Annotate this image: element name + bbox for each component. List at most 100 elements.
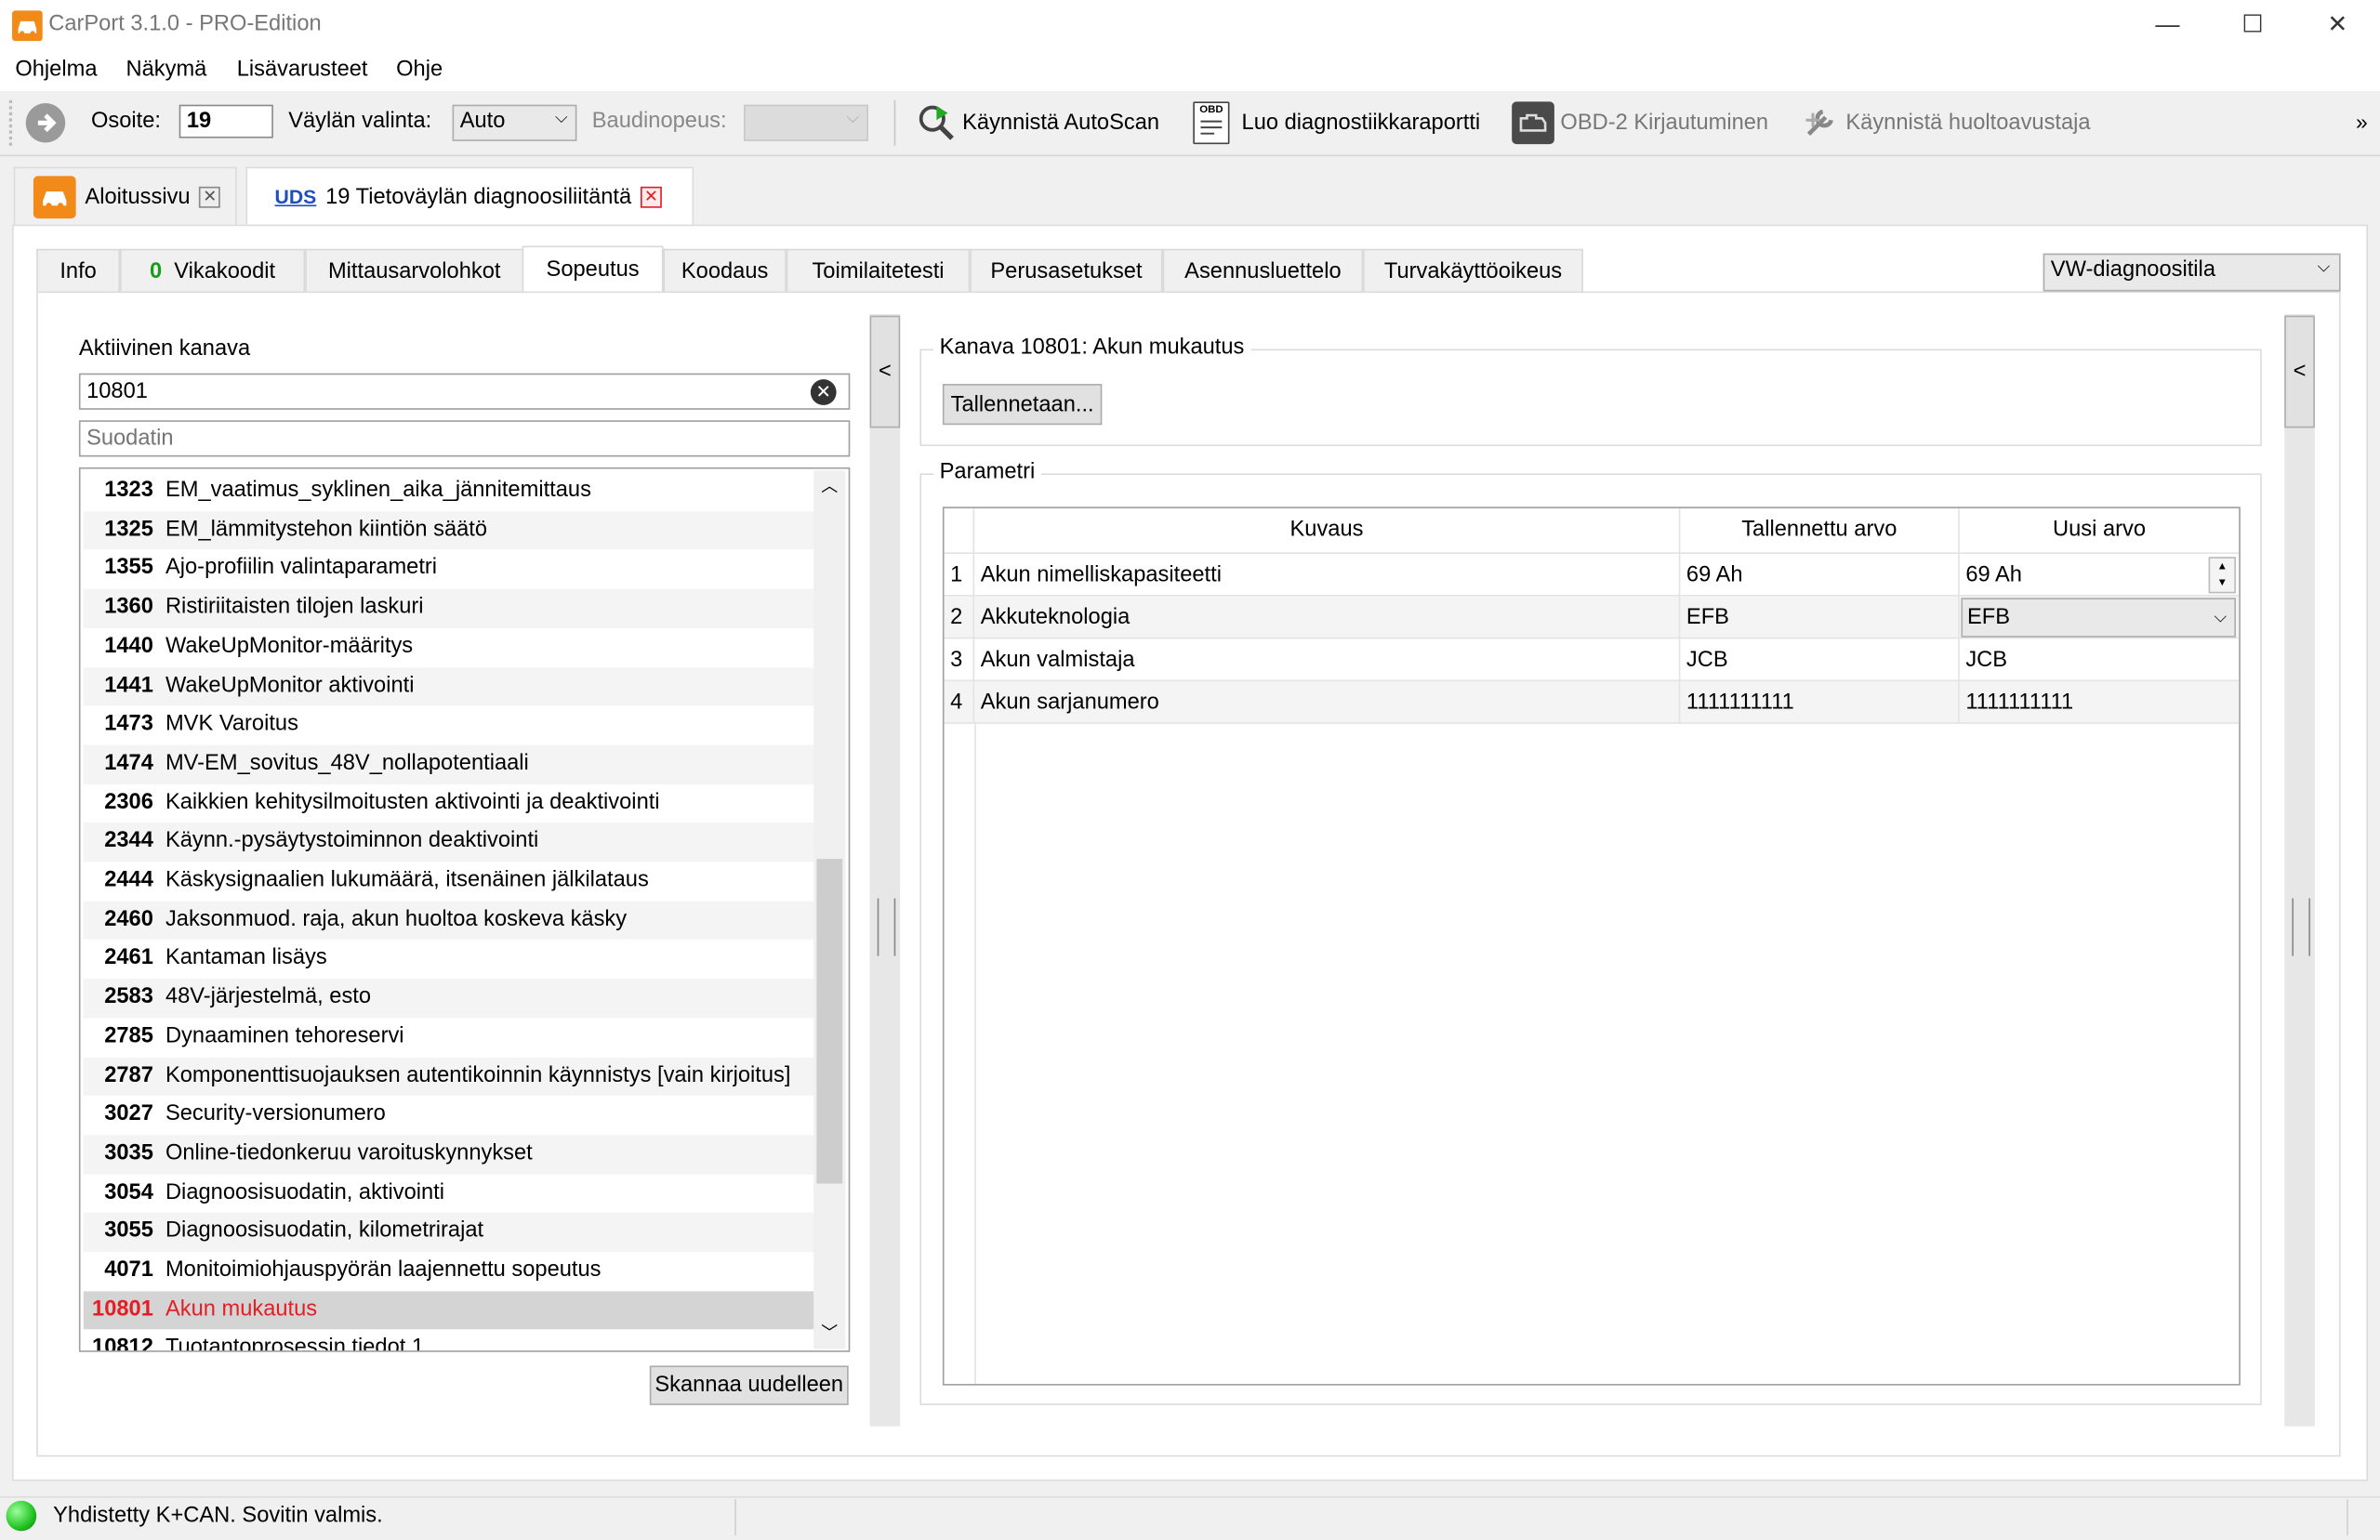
channel-input-value: 10801	[86, 379, 148, 404]
technology-select[interactable]: EFB ⌵	[1959, 596, 2240, 639]
list-item[interactable]: 3054 Diagnoosisuodatin, aktivointi	[84, 1174, 815, 1213]
close-tab-icon[interactable]: ✕	[640, 186, 662, 207]
scroll-up-icon[interactable]: ︿	[816, 473, 842, 497]
list-item[interactable]: 1474 MV-EM_sovitus_48V_nollapotentiaali	[83, 744, 815, 784]
list-item[interactable]: 1473 MVK Varoitus	[84, 706, 815, 745]
channel-name: Käskysignaalien lukumäärä, itsenäinen jä…	[165, 867, 649, 893]
clear-input-icon[interactable]: ✕	[810, 379, 837, 405]
tab-sopeutus[interactable]: Sopeutus	[522, 245, 664, 294]
save-button[interactable]: Tallennetaan...	[942, 384, 1103, 426]
obd2-login-button[interactable]: OBD-2 Kirjautuminen	[1512, 97, 1768, 149]
autoscan-label: Käynnistä AutoScan	[962, 111, 1160, 136]
obd-report-icon-label: OBD	[1199, 104, 1223, 116]
channel-name: Komponenttisuojauksen autentikoinnin käy…	[165, 1062, 791, 1087]
collapse-right-button[interactable]: <	[2284, 315, 2315, 428]
chevron-down-icon: ⌵	[846, 109, 860, 128]
engine-icon	[1512, 101, 1554, 145]
tab-vikakoodit[interactable]: 0 Vikakoodit	[119, 248, 306, 292]
obd-report-icon: OBD	[1193, 101, 1230, 145]
tab-info[interactable]: Info	[36, 248, 120, 292]
list-item[interactable]: 1440 WakeUpMonitor-määritys	[84, 628, 815, 667]
channel-code: 2583	[104, 984, 153, 1009]
tab-asennusluettelo[interactable]: Asennusluettelo	[1162, 248, 1364, 292]
close-tab-icon[interactable]: ✕	[199, 186, 221, 207]
uds-badge: UDS	[274, 185, 317, 208]
bus-select[interactable]: Auto ⌵	[452, 104, 577, 141]
channel-name: WakeUpMonitor aktivointi	[165, 673, 415, 698]
tab-perusasetukset[interactable]: Perusasetukset	[970, 248, 1163, 292]
filter-input[interactable]	[78, 420, 851, 457]
list-item[interactable]: 3035 Online-tiedonkeruu varoituskynnykset	[83, 1135, 815, 1175]
list-item[interactable]: 2785 Dynaaminen tehoreservi	[84, 1018, 815, 1057]
right-splitter[interactable]	[2284, 313, 2315, 1427]
maximize-button[interactable]: ☐	[2210, 0, 2294, 52]
diagnostic-mode-select[interactable]: VW-diagnoositila ⌵	[2043, 253, 2341, 292]
list-item[interactable]: 3027 Security-versionumero	[84, 1096, 815, 1135]
minimize-button[interactable]: —	[2125, 0, 2210, 52]
list-item[interactable]: 1323 EM_vaatimus_syklinen_aika_jännitemit…	[84, 472, 815, 511]
list-item[interactable]: 3055 Diagnoosisuodatin, kilometrirajat	[83, 1213, 815, 1252]
channel-code: 10812	[92, 1336, 153, 1352]
param-stored-value: EFB	[1680, 596, 1960, 639]
manufacturer-input[interactable]: JCB	[1959, 638, 2240, 682]
list-item[interactable]: 1360 Ristiriitaisten tilojen laskuri	[83, 588, 815, 628]
channel-name: Diagnoosisuodatin, kilometrirajat	[165, 1218, 484, 1244]
list-item[interactable]: 10812 Tuotantoprosessin tiedot 1	[84, 1330, 815, 1352]
channel-code: 3035	[104, 1140, 153, 1165]
tab-toimilaitetesti[interactable]: Toimilaitetesti	[786, 248, 971, 292]
scroll-down-icon[interactable]: ﹀	[816, 1320, 842, 1344]
app-car-icon	[12, 10, 43, 42]
list-item[interactable]: 2461 Kantaman lisäys	[84, 940, 815, 979]
menu-ohje[interactable]: Ohje	[396, 58, 443, 82]
collapse-left-button[interactable]: <	[869, 315, 901, 428]
address-input[interactable]: 19	[178, 104, 273, 138]
list-item[interactable]: 1355 Ajo-profiilin valintaparametri	[84, 550, 815, 589]
list-item[interactable]: 2306 Kaikkien kehitysilmoitusten aktivoin…	[84, 783, 815, 823]
serial-number-input[interactable]: 1111111111	[1959, 681, 2240, 724]
autoscan-button[interactable]: Käynnistä AutoScan	[917, 97, 1159, 149]
spin-arrows-icon[interactable]: ▲ ▼	[2208, 557, 2236, 594]
doc-tab-home-label: Aloitussivu	[85, 184, 191, 209]
toolbar-overflow-icon[interactable]: »	[2356, 110, 2368, 134]
close-window-button[interactable]: ✕	[2295, 0, 2380, 52]
list-item[interactable]: 2460 Jaksonmuod. raja, akun huoltoa koske…	[83, 901, 815, 941]
parameters-table: Kuvaus Tallennettu arvo Uusi arvo 1 Akun…	[942, 507, 2241, 1386]
capacity-spinbox[interactable]: 69 Ah ▲ ▼	[1959, 554, 2240, 597]
channel-title: Kanava 10801: Akun mukautus	[933, 335, 1250, 360]
go-arrow-icon[interactable]	[25, 103, 66, 143]
diagnostic-report-button[interactable]: OBD Luo diagnostiikkaraportti	[1193, 97, 1480, 149]
channel-name: Tuotantoprosessin tiedot 1	[165, 1336, 425, 1352]
scrollbar-thumb[interactable]	[816, 859, 843, 1184]
left-splitter[interactable]	[869, 313, 901, 1427]
list-item[interactable]: 4071 Monitoimiohjauspyörän laajennettu so…	[84, 1252, 815, 1291]
doc-tab-uds[interactable]: UDS 19 Tietoväylän diagnoosiliitäntä ✕	[245, 166, 694, 225]
channel-groupbox	[919, 349, 2262, 447]
list-item[interactable]: 10801 Akun mukautus	[83, 1290, 815, 1330]
service-assistant-button[interactable]: Käynnistä huoltoavustaja	[1800, 97, 2091, 149]
channel-name: Online-tiedonkeruu varoituskynnykset	[165, 1140, 533, 1165]
capacity-spinbox-value: 69 Ah	[1965, 562, 2022, 587]
menu-ohjelma[interactable]: Ohjelma	[15, 58, 97, 82]
rescan-button[interactable]: Skannaa uudelleen	[649, 1365, 849, 1405]
doc-tab-home[interactable]: Aloitussivu ✕	[13, 166, 237, 225]
tab-koodaus[interactable]: Koodaus	[663, 248, 787, 292]
menu-lisavarusteet[interactable]: Lisävarusteet	[237, 58, 368, 82]
channel-list[interactable]: 1323 EM_vaatimus_syklinen_aika_jännitemit…	[78, 467, 851, 1352]
tab-mittausarvolohkot[interactable]: Mittausarvolohkot	[305, 248, 524, 292]
list-item[interactable]: 1325 EM_lämmitystehon kiintiön säätö	[83, 510, 815, 550]
list-item[interactable]: 2583 48V-järjestelmä, esto	[83, 979, 815, 1019]
list-item[interactable]: 1441 WakeUpMonitor aktivointi	[83, 666, 815, 706]
table-corner	[944, 507, 975, 554]
bus-select-value: Auto	[459, 109, 506, 134]
list-item[interactable]: 2787 Komponenttisuojauksen autentikoinnin…	[83, 1057, 815, 1097]
menu-nakyma[interactable]: Näkymä	[126, 58, 207, 82]
list-item[interactable]: 2444 Käskysignaalien lukumäärä, itsenäine…	[84, 862, 815, 901]
baud-select[interactable]: ⌵	[744, 104, 868, 141]
channel-input[interactable]: 10801 ✕	[78, 373, 851, 410]
list-item[interactable]: 2344 Käynn.-pysäytystoiminnon deaktivoint…	[83, 823, 815, 862]
diagnostic-report-label: Luo diagnostiikkaraportti	[1241, 111, 1481, 136]
tab-turvakayttooikeus[interactable]: Turvakäyttöoikeus	[1363, 248, 1583, 292]
param-description: Akun sarjanumero	[974, 681, 1681, 724]
param-description: Akun nimelliskapasiteetti	[974, 553, 1681, 597]
technology-select-box[interactable]: EFB ⌵	[1961, 598, 2236, 638]
